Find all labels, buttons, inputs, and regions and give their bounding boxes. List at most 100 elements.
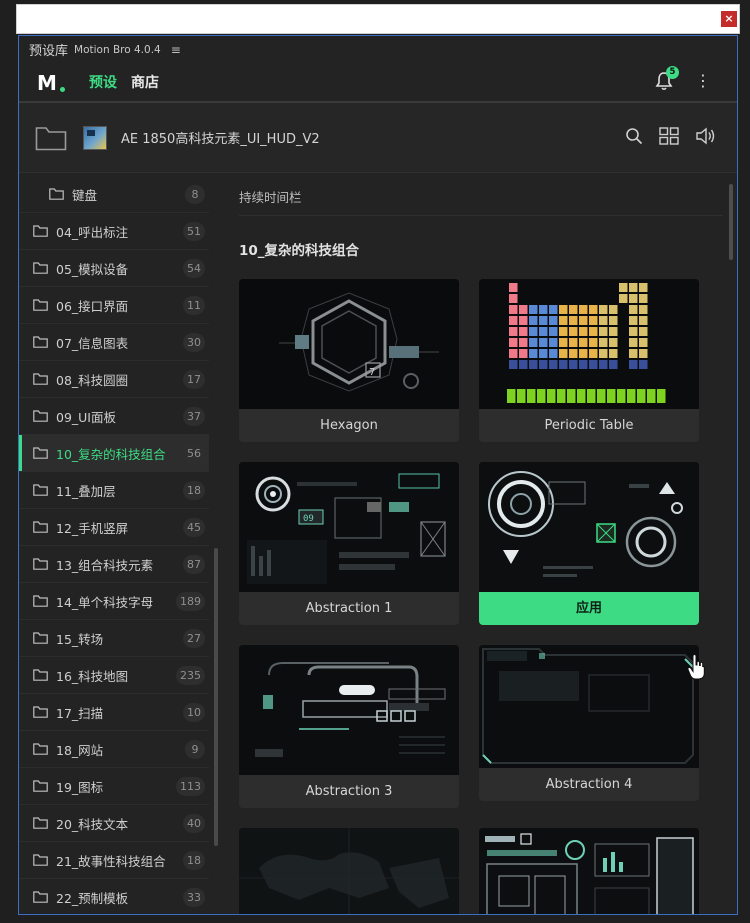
preset-thumbnail: 09 — [239, 462, 459, 592]
notification-badge: 5 — [666, 66, 679, 79]
sidebar-item[interactable]: 15_转场 27 — [19, 620, 209, 657]
folder-icon — [33, 521, 48, 533]
pack-thumbnail — [83, 125, 107, 150]
folder-icon — [33, 558, 48, 570]
preset-card-abstraction-1[interactable]: 09 Abstraction 1 — [239, 462, 459, 625]
apply-preset-button[interactable]: 应用 — [479, 592, 699, 625]
sidebar-item-count: 45 — [183, 518, 205, 537]
panel-menu-icon[interactable]: ≡ — [171, 43, 181, 57]
sidebar-item-label: 19_图标 — [56, 779, 104, 795]
section-title: 10_复杂的科技组合 — [239, 243, 360, 259]
sidebar-item-count: 10 — [183, 703, 205, 722]
sidebar-item[interactable]: 06_接口界面 11 — [19, 287, 209, 324]
sidebar-item-label: 07_信息图表 — [56, 335, 129, 351]
folder-icon — [33, 336, 48, 348]
folder-icon — [33, 669, 48, 681]
sidebar-item[interactable]: 16_科技地图 235 — [19, 657, 209, 694]
sidebar-item[interactable]: 12_手机竖屏 45 — [19, 509, 209, 546]
grid-view-icon[interactable] — [659, 127, 679, 145]
sidebar-item[interactable]: 13_组合科技元素 87 — [19, 546, 209, 583]
folder-icon — [33, 410, 48, 422]
folder-icon — [33, 484, 48, 496]
tab-store[interactable]: 商店 — [131, 64, 159, 100]
preset-card-periodic-table[interactable]: Periodic Table — [479, 279, 699, 442]
sidebar-item[interactable]: 08_科技圆圈 17 — [19, 361, 209, 398]
notification-bell-icon[interactable]: 5 — [655, 66, 679, 91]
sidebar-scrollbar[interactable] — [214, 548, 218, 846]
folder-icon — [33, 299, 48, 311]
preset-thumbnail — [239, 828, 459, 914]
preset-thumbnail — [239, 645, 459, 775]
sidebar-item[interactable]: 17_扫描 10 — [19, 694, 209, 731]
preset-thumbnail — [479, 828, 699, 914]
sidebar-item-count: 30 — [183, 333, 205, 352]
folder-icon — [49, 188, 64, 200]
preset-card-apartment[interactable] — [479, 828, 699, 914]
top-nav: M 预设 商店 5 ⋮ — [19, 63, 737, 103]
preset-card-map[interactable] — [239, 828, 459, 914]
content-scrollbar[interactable] — [729, 184, 733, 260]
search-icon[interactable] — [625, 127, 643, 145]
sidebar-item[interactable]: 10_复杂的科技组合 56 — [19, 435, 209, 472]
sidebar-item-label: 18_网站 — [56, 742, 104, 758]
preset-card-hovered[interactable]: 应用 — [479, 462, 699, 625]
sidebar-item[interactable]: 键盘 8 — [19, 176, 209, 213]
pack-title: AE 1850高科技元素_UI_HUD_V2 — [121, 132, 320, 147]
sidebar-item-label: 04_呼出标注 — [56, 224, 129, 240]
sidebar-item-count: 27 — [183, 629, 205, 648]
sidebar-item[interactable]: 19_图标 113 — [19, 768, 209, 805]
sidebar-item-label: 11_叠加层 — [56, 483, 116, 499]
preset-thumbnail — [479, 645, 699, 768]
sidebar-item-count: 18 — [183, 481, 205, 500]
sidebar-item-label: 06_接口界面 — [56, 298, 129, 314]
sidebar-item-count: 189 — [176, 592, 205, 611]
folder-icon — [33, 595, 48, 607]
sidebar-item-count: 56 — [183, 444, 205, 463]
sidebar-item-count: 37 — [183, 407, 205, 426]
sidebar-item-label: 22_预制模板 — [56, 890, 129, 906]
sidebar-item-label: 08_科技圆圈 — [56, 372, 129, 388]
logo-letter: M — [37, 71, 57, 95]
folder-icon — [33, 373, 48, 385]
close-button[interactable]: × — [721, 11, 737, 27]
sidebar-item-label: 13_组合科技元素 — [56, 557, 154, 573]
preset-thumbnail — [479, 279, 699, 409]
folder-icon — [33, 632, 48, 644]
sidebar-item-label: 14_单个科技字母 — [56, 594, 154, 610]
preset-grid-area: 持续时间栏 10_复杂的科技组合 7 Hexagon Periodic Tabl… — [219, 176, 735, 914]
tab-presets[interactable]: 预设 — [89, 64, 117, 100]
extension-panel: 预设库 Motion Bro 4.0.4 ≡ M 预设 商店 5 ⋮ AE 18… — [18, 35, 738, 915]
sidebar-item-label: 10_复杂的科技组合 — [56, 446, 166, 462]
folder-icon — [33, 225, 48, 237]
sidebar-item[interactable]: 20_科技文本 40 — [19, 805, 209, 842]
sidebar-item[interactable]: 18_网站 9 — [19, 731, 209, 768]
sound-icon[interactable] — [695, 127, 717, 145]
sidebar-item[interactable]: 11_叠加层 18 — [19, 472, 209, 509]
more-options-icon[interactable]: ⋮ — [695, 72, 711, 90]
sidebar-item-count: 11 — [183, 296, 205, 315]
folder-icon[interactable] — [35, 125, 67, 151]
sidebar-item[interactable]: 21_故事性科技组合 18 — [19, 842, 209, 879]
preset-card-abstraction-4[interactable]: Abstraction 4 — [479, 645, 699, 801]
sidebar-item[interactable]: 04_呼出标注 51 — [19, 213, 209, 250]
folder-icon — [33, 262, 48, 274]
breadcrumb[interactable]: 持续时间栏 — [239, 187, 302, 206]
sidebar-item[interactable]: 07_信息图表 30 — [19, 324, 209, 361]
current-pack-bar: AE 1850高科技元素_UI_HUD_V2 — [19, 103, 737, 173]
sidebar-item[interactable]: 22_预制模板 33 — [19, 879, 209, 914]
folder-icon — [33, 891, 48, 903]
sidebar-item-count: 51 — [183, 222, 205, 241]
folder-icon — [33, 447, 48, 459]
sidebar-item-label: 20_科技文本 — [56, 816, 129, 832]
panel-app-version: Motion Bro 4.0.4 — [74, 43, 161, 56]
sidebar-item-label: 21_故事性科技组合 — [56, 853, 166, 869]
sidebar-item-label: 12_手机竖屏 — [56, 520, 129, 536]
sidebar-item[interactable]: 14_单个科技字母 189 — [19, 583, 209, 620]
sidebar-item[interactable]: 09_UI面板 37 — [19, 398, 209, 435]
panel-title: 预设库 — [29, 44, 69, 59]
sidebar-item[interactable]: 05_模拟设备 54 — [19, 250, 209, 287]
preset-card-hexagon[interactable]: 7 Hexagon — [239, 279, 459, 442]
hand-cursor-icon — [687, 654, 705, 680]
folder-icon — [33, 854, 48, 866]
preset-card-abstraction-3[interactable]: Abstraction 3 — [239, 645, 459, 808]
